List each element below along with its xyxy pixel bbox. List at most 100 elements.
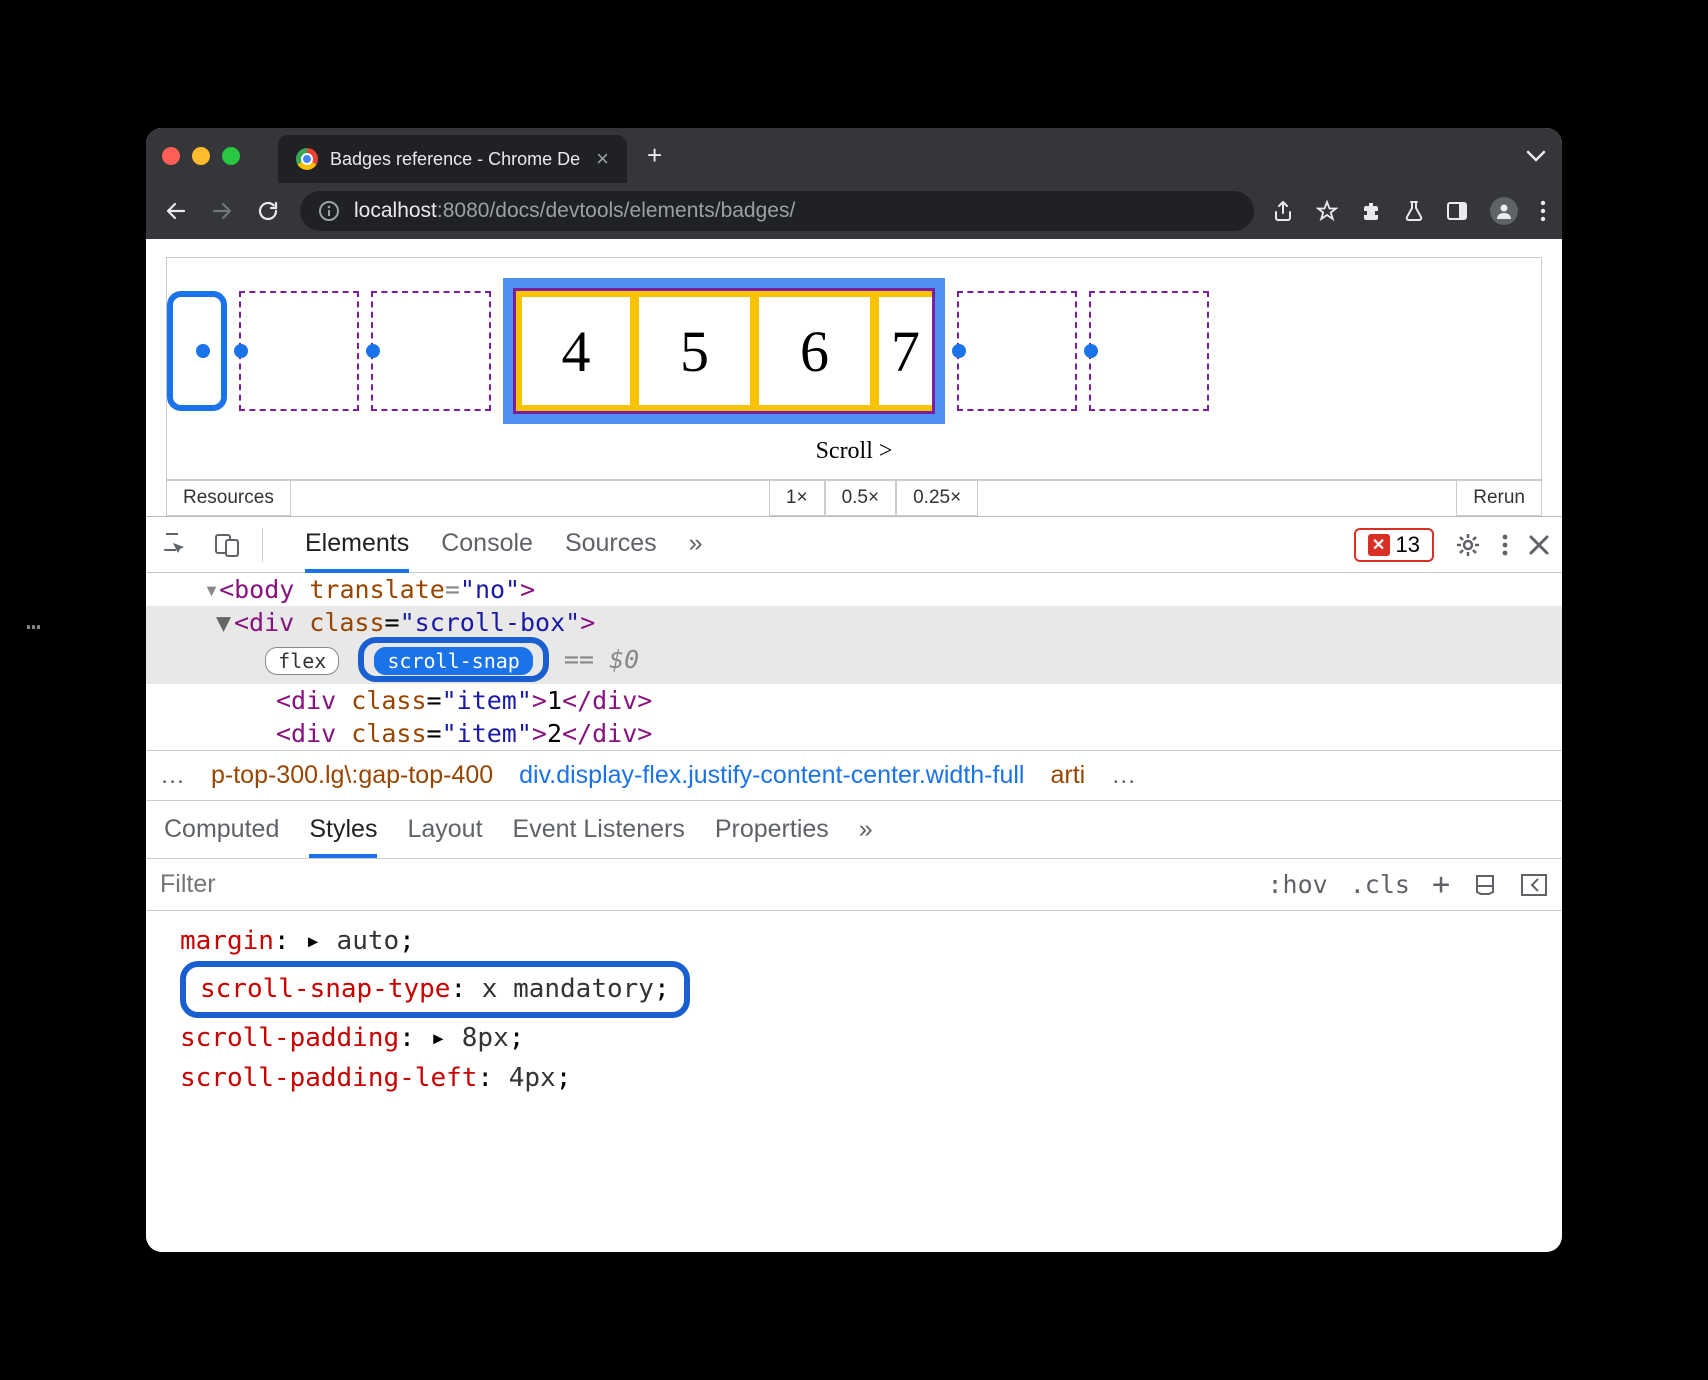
traffic-lights: [162, 147, 240, 165]
rerun-button[interactable]: Rerun: [1456, 481, 1542, 516]
snap-point-icon: [952, 344, 966, 358]
scroll-demo-container: 4 5 6 7 Scroll >: [166, 257, 1542, 480]
breadcrumb-ellipsis[interactable]: …: [1111, 761, 1136, 790]
url-text: localhost:8080/docs/devtools/elements/ba…: [354, 199, 795, 223]
devtools-tabs: Elements Console Sources »: [305, 529, 703, 561]
tab-properties[interactable]: Properties: [715, 815, 829, 844]
more-dots-icon[interactable]: [1502, 533, 1508, 557]
devtools-toolbar: Elements Console Sources » ✕13: [146, 517, 1562, 573]
scroll-item-6: 7: [876, 291, 932, 411]
demo-footer: Resources 1× 0.5× 0.25× Rerun: [166, 480, 1542, 516]
scroll-item-3: 4: [516, 291, 636, 411]
new-rule-plus-icon[interactable]: +: [1432, 867, 1450, 902]
maximize-window-button[interactable]: [222, 147, 240, 165]
tab-styles[interactable]: Styles: [309, 815, 377, 858]
menu-dots-icon[interactable]: [1540, 200, 1546, 222]
breadcrumb-trail[interactable]: … p-top-300.lg\:gap-top-400 div.display-…: [146, 750, 1562, 801]
toolbar-actions: [1272, 197, 1546, 225]
close-window-button[interactable]: [162, 147, 180, 165]
close-devtools-icon[interactable]: [1528, 534, 1550, 556]
devtools-panel: Elements Console Sources » ✕13 ▾<body tr…: [146, 516, 1562, 1252]
selected-pseudo: == $0: [549, 645, 639, 674]
device-toggle-icon[interactable]: [210, 528, 244, 562]
scroll-box[interactable]: 4 5 6 7: [167, 258, 1541, 434]
cls-toggle[interactable]: .cls: [1350, 870, 1410, 899]
forward-button[interactable]: [208, 197, 236, 225]
scroll-snap-badge[interactable]: scroll-snap: [374, 647, 532, 675]
scroll-item-0: [167, 291, 227, 411]
side-panel-icon[interactable]: [1446, 201, 1468, 221]
scroll-hint-label: Scroll >: [167, 434, 1541, 479]
scroll-snap-badge-highlight: scroll-snap: [358, 637, 548, 682]
zoom-controls: 1× 0.5× 0.25×: [769, 481, 978, 516]
toggle-sidebar-icon[interactable]: [1520, 873, 1548, 897]
scroll-item-4: 5: [636, 291, 756, 411]
error-badge[interactable]: ✕13: [1354, 528, 1434, 562]
scroll-item-1: [239, 291, 359, 411]
devtools-actions: ✕13: [1354, 528, 1550, 562]
dom-body-line[interactable]: ▾<body translate="no">: [146, 573, 1562, 606]
snap-point-icon: [234, 344, 248, 358]
tab-more[interactable]: »: [689, 529, 703, 561]
styles-rules[interactable]: margin: ▸ auto; scroll-snap-type: x mand…: [146, 911, 1562, 1108]
tab-more-styles[interactable]: »: [859, 815, 873, 844]
titlebar: Badges reference - Chrome De × +: [146, 128, 1562, 183]
paint-brush-icon[interactable]: [1472, 872, 1498, 898]
dom-item2-line[interactable]: <div class="item">2</div>: [146, 717, 1562, 750]
tab-computed[interactable]: Computed: [164, 815, 279, 844]
scroll-item-8: [1089, 291, 1209, 411]
styles-filter-input[interactable]: [160, 870, 1268, 899]
tab-close-button[interactable]: ×: [596, 146, 609, 172]
snap-point-icon: [366, 344, 380, 358]
back-button[interactable]: [162, 197, 190, 225]
bookmark-star-icon[interactable]: [1316, 200, 1338, 222]
chrome-favicon-icon: [296, 148, 318, 170]
tab-console[interactable]: Console: [441, 529, 533, 561]
site-info-icon[interactable]: [318, 200, 340, 222]
tab-title: Badges reference - Chrome De: [330, 149, 580, 170]
scroll-item-2: [371, 291, 491, 411]
tab-sources[interactable]: Sources: [565, 529, 657, 561]
styles-subtabs: Computed Styles Layout Event Listeners P…: [146, 801, 1562, 858]
labs-flask-icon[interactable]: [1404, 200, 1424, 222]
dom-item1-line[interactable]: <div class="item">1</div>: [146, 684, 1562, 717]
tab-elements[interactable]: Elements: [305, 529, 409, 573]
zoom-1x-button[interactable]: 1×: [769, 481, 825, 516]
styles-filter-row: :hov .cls +: [146, 858, 1562, 911]
zoom-05x-button[interactable]: 0.5×: [825, 481, 897, 516]
tab-event-listeners[interactable]: Event Listeners: [513, 815, 685, 844]
profile-avatar-icon[interactable]: [1490, 197, 1518, 225]
css-rule-line[interactable]: scroll-padding-left: 4px;: [180, 1058, 1528, 1098]
extensions-icon[interactable]: [1360, 200, 1382, 222]
breadcrumb-item[interactable]: p-top-300.lg\:gap-top-400: [211, 761, 493, 790]
new-tab-button[interactable]: +: [647, 140, 662, 171]
scroll-viewport-highlight: 4 5 6 7: [503, 278, 945, 424]
browser-window: Badges reference - Chrome De × + localho…: [146, 128, 1562, 1252]
scroll-item-7: [957, 291, 1077, 411]
hov-toggle[interactable]: :hov: [1268, 870, 1328, 899]
browser-tab[interactable]: Badges reference - Chrome De ×: [278, 135, 627, 183]
css-rule-line[interactable]: margin: ▸ auto;: [180, 921, 1528, 961]
breadcrumb-item[interactable]: arti: [1050, 761, 1085, 790]
css-rule-highlight: scroll-snap-type: x mandatory;: [180, 961, 1528, 1017]
zoom-025x-button[interactable]: 0.25×: [896, 481, 978, 516]
address-bar[interactable]: localhost:8080/docs/devtools/elements/ba…: [300, 191, 1254, 231]
css-rule-line[interactable]: scroll-padding: ▸ 8px;: [180, 1018, 1528, 1058]
share-icon[interactable]: [1272, 200, 1294, 222]
settings-gear-icon[interactable]: [1454, 531, 1482, 559]
snap-point-icon: [1084, 344, 1098, 358]
dom-tree[interactable]: ▾<body translate="no"> ⋯ ▼<div class="sc…: [146, 573, 1562, 750]
snap-point-icon: [196, 344, 210, 358]
scroll-item-5: 6: [756, 291, 876, 411]
page-content: 4 5 6 7 Scroll > Resources 1× 0.5× 0.25×…: [146, 239, 1562, 516]
dom-scrollbox-line[interactable]: ⋯ ▼<div class="scroll-box"> flex scroll-…: [146, 606, 1562, 684]
breadcrumb-item[interactable]: div.display-flex.justify-content-center.…: [519, 761, 1024, 790]
tab-layout[interactable]: Layout: [407, 815, 482, 844]
inspect-element-icon[interactable]: [158, 528, 192, 562]
reload-button[interactable]: [254, 197, 282, 225]
flex-badge[interactable]: flex: [265, 647, 339, 675]
minimize-window-button[interactable]: [192, 147, 210, 165]
breadcrumb-ellipsis[interactable]: …: [160, 761, 185, 790]
resources-button[interactable]: Resources: [166, 481, 291, 516]
tab-list-chevron-icon[interactable]: [1526, 150, 1546, 162]
